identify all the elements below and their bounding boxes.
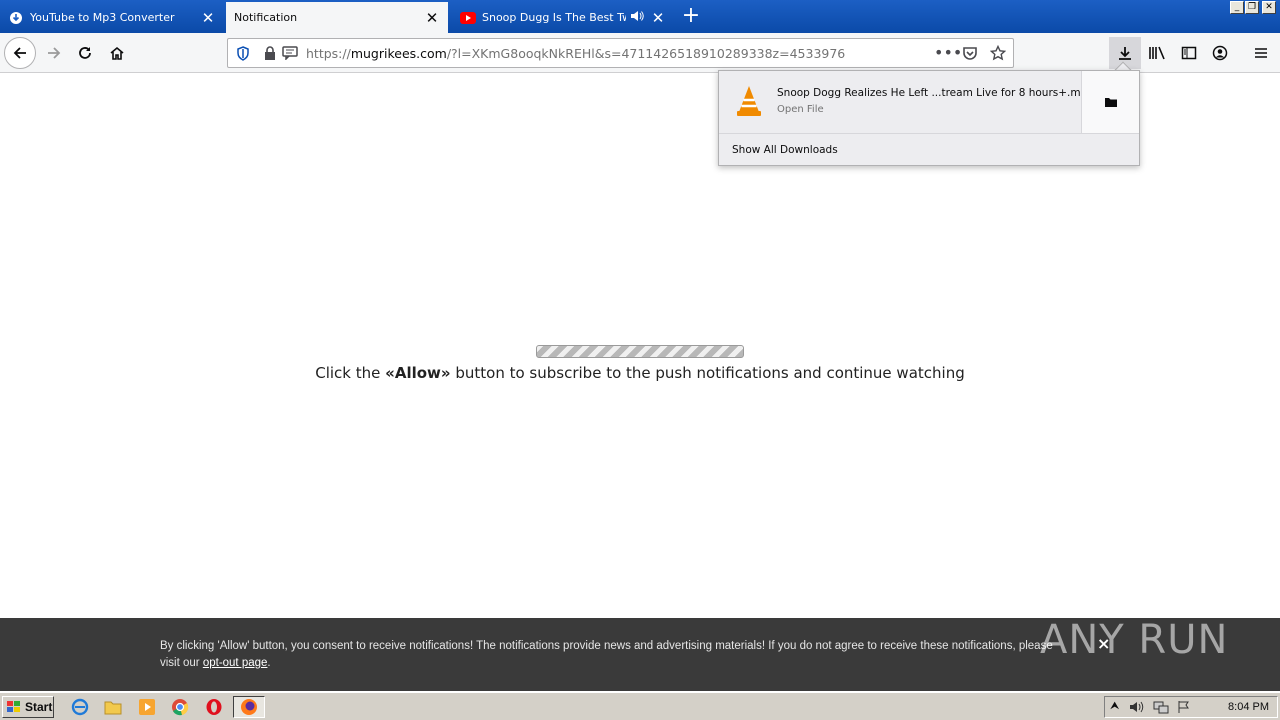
firefox-icon <box>240 698 258 719</box>
watermark-logo: ANY RUN <box>1040 617 1229 663</box>
tray-expand-icon[interactable]: ⮝ <box>1110 699 1119 713</box>
explorer-folder-icon[interactable] <box>103 697 123 717</box>
consent-end: . <box>267 657 271 669</box>
tab-title: YouTube to Mp3 Converter <box>30 11 175 24</box>
reload-button[interactable] <box>69 37 101 69</box>
more-actions-icon[interactable]: ••• <box>934 43 962 62</box>
tab-snoop-dogg[interactable]: Snoop Dugg Is The Best Twitch ✕ <box>452 2 674 33</box>
minimize-button[interactable]: _ <box>1230 1 1244 14</box>
download-item[interactable]: Snoop Dogg Realizes He Left ...tream Liv… <box>719 71 1094 133</box>
url-scheme: https:// <box>306 46 351 61</box>
library-icon <box>1149 46 1165 60</box>
tab-youtube-mp3[interactable]: YouTube to Mp3 Converter ✕ <box>0 2 224 33</box>
download-arrow-icon <box>1119 47 1131 60</box>
media-player-icon[interactable] <box>137 697 157 717</box>
loading-progress-bar <box>536 345 744 358</box>
chrome-icon[interactable] <box>170 697 190 717</box>
start-label: Start <box>25 700 53 714</box>
reload-icon <box>79 47 91 59</box>
subscribe-message: Click the «Allow» button to subscribe to… <box>0 364 1280 382</box>
anyrun-watermark: ANY RUN <box>1040 610 1240 670</box>
youtube-icon <box>460 10 476 26</box>
menu-button[interactable] <box>1245 37 1277 69</box>
url-host: mugrikees.com <box>350 46 447 61</box>
consent-text: By clicking 'Allow' button, you consent … <box>160 638 1070 672</box>
tab-title: Notification <box>234 11 298 24</box>
start-button[interactable]: Start <box>2 696 54 718</box>
taskbar: Start ⮝ 8:04 PM <box>0 692 1280 720</box>
restore-button[interactable]: ❐ <box>1245 1 1259 14</box>
opera-icon[interactable] <box>204 697 224 717</box>
navigation-toolbar: https://mugrikees.com/?l=XKmG8ooqkNkREHl… <box>0 33 1280 73</box>
close-icon[interactable]: ✕ <box>424 9 440 27</box>
system-tray: ⮝ 8:04 PM <box>1104 696 1278 718</box>
lock-icon[interactable] <box>264 46 276 63</box>
sidebar-icon <box>1181 46 1197 60</box>
show-all-downloads-label: Show All Downloads <box>732 144 838 156</box>
clock[interactable]: 8:04 PM <box>1228 701 1269 713</box>
download-status: Open File <box>777 104 824 115</box>
url-path: /?l=XKmG8ooqkNkREHl&s=471142651891028933… <box>446 46 846 61</box>
message-text: Click the <box>315 364 386 382</box>
allow-emphasis: «Allow» <box>385 364 451 382</box>
tab-notification[interactable]: Notification ✕ <box>226 2 448 33</box>
hamburger-menu-icon <box>1255 48 1267 58</box>
notification-permission-icon[interactable] <box>282 46 298 63</box>
windows-logo-icon <box>7 701 20 712</box>
show-all-downloads-button[interactable]: Show All Downloads <box>719 133 1139 165</box>
window-close-button[interactable]: ✕ <box>1262 1 1276 14</box>
arrow-left-icon <box>13 47 26 59</box>
firefox-taskbar-button[interactable] <box>233 696 265 718</box>
opt-out-link[interactable]: opt-out page <box>203 657 268 669</box>
download-cloud-icon <box>8 10 24 26</box>
network-icon[interactable] <box>1153 700 1169 717</box>
speaker-icon[interactable] <box>630 10 644 25</box>
home-button[interactable] <box>101 37 133 69</box>
ie-icon[interactable] <box>70 697 90 717</box>
home-icon <box>110 46 124 60</box>
library-button[interactable] <box>1141 37 1173 69</box>
open-folder-button[interactable] <box>1081 71 1139 133</box>
shield-icon[interactable] <box>236 46 250 64</box>
pocket-icon[interactable] <box>962 45 978 64</box>
url-bar[interactable]: https://mugrikees.com/?l=XKmG8ooqkNkREHl… <box>227 38 1014 68</box>
url-text[interactable]: https://mugrikees.com/?l=XKmG8ooqkNkREHl… <box>306 46 845 61</box>
message-text: button to subscribe to the push notifica… <box>450 364 965 382</box>
back-button[interactable] <box>4 37 36 69</box>
tab-strip: YouTube to Mp3 Converter ✕ Notification … <box>0 0 1280 33</box>
close-icon[interactable]: ✕ <box>650 9 666 27</box>
bookmark-star-icon[interactable] <box>989 44 1007 64</box>
arrow-right-icon <box>48 47 61 59</box>
account-icon <box>1212 45 1228 61</box>
new-tab-button[interactable]: + <box>678 4 704 30</box>
volume-icon[interactable] <box>1129 700 1145 717</box>
vlc-file-icon <box>735 85 763 120</box>
close-icon[interactable]: ✕ <box>200 9 216 27</box>
tab-title: Snoop Dugg Is The Best Twitch <box>482 11 626 24</box>
forward-button[interactable] <box>38 37 70 69</box>
action-center-flag-icon[interactable] <box>1177 700 1191 717</box>
download-file-name: Snoop Dogg Realizes He Left ...tream Liv… <box>777 87 1094 99</box>
downloads-panel: Snoop Dogg Realizes He Left ...tream Liv… <box>718 70 1140 166</box>
consent-body: By clicking 'Allow' button, you consent … <box>160 640 1053 669</box>
sidebar-button[interactable] <box>1173 37 1205 69</box>
account-button[interactable] <box>1204 37 1236 69</box>
folder-icon <box>1104 98 1117 107</box>
